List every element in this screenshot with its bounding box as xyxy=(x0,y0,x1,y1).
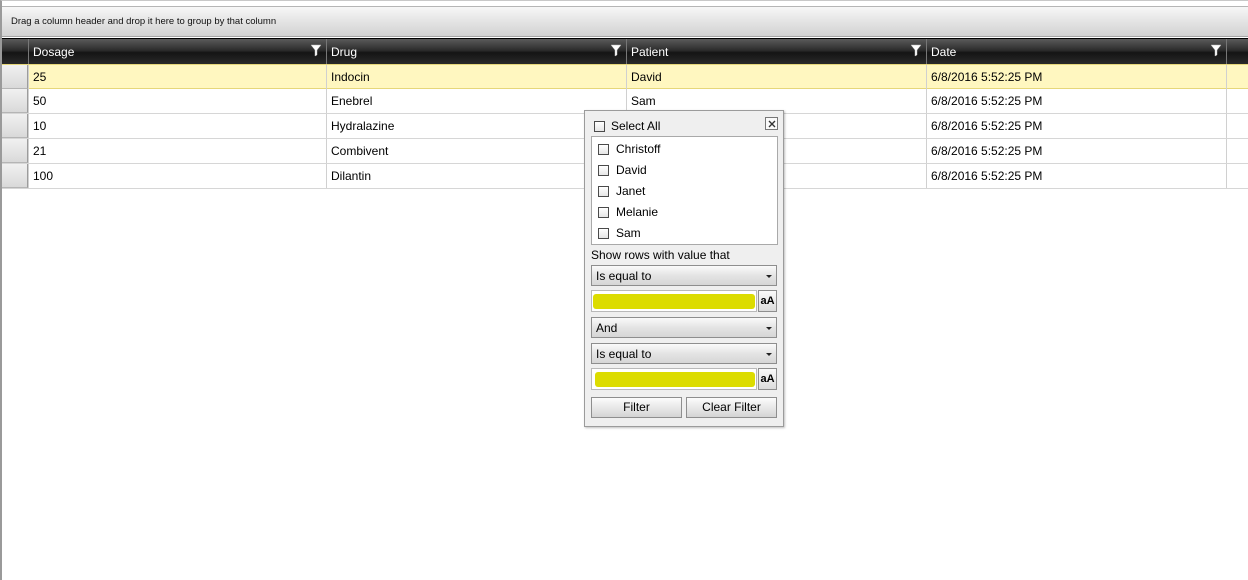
cell-text: Hydralazine xyxy=(331,119,395,133)
column-header-filler xyxy=(1226,39,1248,64)
cell-text: David xyxy=(631,70,662,84)
cell-dosage[interactable]: 50 xyxy=(28,89,326,113)
filter-value2-input[interactable] xyxy=(591,368,757,390)
column-header-dosage[interactable]: Dosage xyxy=(28,39,326,64)
value-label: Sam xyxy=(616,226,641,240)
table-row[interactable]: 25 Indocin David 6/8/2016 5:52:25 PM xyxy=(2,64,1248,89)
cell-drug[interactable]: Hydralazine xyxy=(326,114,626,138)
cell-date[interactable]: 6/8/2016 5:52:25 PM xyxy=(926,114,1226,138)
column-header-date[interactable]: Date xyxy=(926,39,1226,64)
cell-filler xyxy=(1226,164,1248,188)
cell-filler xyxy=(1226,139,1248,163)
logical-operator-dropdown[interactable]: And xyxy=(591,317,777,338)
value-label: Janet xyxy=(616,184,646,198)
column-header-label: Patient xyxy=(631,45,669,59)
dropdown-value: Is equal to xyxy=(596,347,652,361)
cell-text: 21 xyxy=(33,144,47,158)
column-header-row: Dosage Drug Patient Date xyxy=(2,38,1248,64)
match-case-button[interactable]: aA xyxy=(758,290,777,312)
value-label: Christoff xyxy=(616,142,661,156)
cell-text: Indocin xyxy=(331,70,370,84)
operator2-dropdown[interactable]: Is equal to xyxy=(591,343,777,364)
cell-text: 6/8/2016 5:52:25 PM xyxy=(931,119,1043,133)
cell-dosage[interactable]: 21 xyxy=(28,139,326,163)
funnel-icon[interactable] xyxy=(310,44,322,57)
row-indicator[interactable] xyxy=(2,89,28,113)
cell-drug[interactable]: Indocin xyxy=(326,65,626,89)
cell-date[interactable]: 6/8/2016 5:52:25 PM xyxy=(926,139,1226,163)
cell-text: Dilantin xyxy=(331,169,372,183)
cell-text: Enebrel xyxy=(331,94,373,108)
group-panel[interactable]: Drag a column header and drop it here to… xyxy=(2,6,1248,37)
cell-drug[interactable]: Dilantin xyxy=(326,164,626,188)
show-rows-label: Show rows with value that xyxy=(591,248,730,262)
cell-text: 6/8/2016 5:52:25 PM xyxy=(931,169,1043,183)
cell-dosage[interactable]: 25 xyxy=(28,65,326,89)
filter-popup: Select All Christoff David Janet Melanie… xyxy=(584,110,784,427)
column-header-patient[interactable]: Patient xyxy=(626,39,926,64)
cell-text: Combivent xyxy=(331,144,389,158)
column-header-label: Drug xyxy=(331,45,358,59)
value-label: Melanie xyxy=(616,205,659,219)
value-checkbox[interactable] xyxy=(598,186,609,197)
column-header-label: Dosage xyxy=(33,45,75,59)
chevron-down-icon xyxy=(766,353,772,356)
cell-text: 6/8/2016 5:52:25 PM xyxy=(931,144,1043,158)
cell-dosage[interactable]: 100 xyxy=(28,164,326,188)
cell-drug[interactable]: Enebrel xyxy=(326,89,626,113)
row-indicator[interactable] xyxy=(2,65,28,89)
value-checkbox[interactable] xyxy=(598,165,609,176)
distinct-values-list[interactable]: Christoff David Janet Melanie Sam xyxy=(591,136,778,245)
dropdown-value: Is equal to xyxy=(596,269,652,283)
list-item[interactable]: Christoff xyxy=(592,138,777,159)
cell-text: Sam xyxy=(631,94,656,108)
chevron-down-icon xyxy=(766,327,772,330)
row-selector-header xyxy=(2,39,28,64)
list-item[interactable]: David xyxy=(592,159,777,180)
cell-filler xyxy=(1226,114,1248,138)
value-checkbox[interactable] xyxy=(598,144,609,155)
value-checkbox[interactable] xyxy=(598,207,609,218)
cell-filler xyxy=(1226,89,1248,113)
cell-text: 50 xyxy=(33,94,47,108)
select-all-label: Select All xyxy=(611,119,661,133)
cell-drug[interactable]: Combivent xyxy=(326,139,626,163)
column-header-drug[interactable]: Drug xyxy=(326,39,626,64)
clear-filter-button[interactable]: Clear Filter xyxy=(686,397,777,418)
row-indicator[interactable] xyxy=(2,114,28,138)
filter-value1-input[interactable] xyxy=(591,290,757,312)
row-indicator[interactable] xyxy=(2,139,28,163)
operator1-dropdown[interactable]: Is equal to xyxy=(591,265,777,286)
cell-date[interactable]: 6/8/2016 5:52:25 PM xyxy=(926,164,1226,188)
value-checkbox[interactable] xyxy=(598,228,609,239)
cell-text: 100 xyxy=(33,169,54,183)
select-all-checkbox[interactable] xyxy=(594,121,605,132)
cell-date[interactable]: 6/8/2016 5:52:25 PM xyxy=(926,65,1226,89)
list-item[interactable]: Janet xyxy=(592,180,777,201)
value-label: David xyxy=(616,163,647,177)
cell-text: 6/8/2016 5:52:25 PM xyxy=(931,94,1043,108)
funnel-icon[interactable] xyxy=(610,44,622,57)
cell-text: 6/8/2016 5:52:25 PM xyxy=(931,70,1043,84)
funnel-icon[interactable] xyxy=(910,44,922,57)
filter-button[interactable]: Filter xyxy=(591,397,682,418)
list-item[interactable]: Melanie xyxy=(592,201,777,222)
close-icon[interactable] xyxy=(765,117,778,130)
dropdown-value: And xyxy=(596,321,618,335)
cell-dosage[interactable]: 10 xyxy=(28,114,326,138)
match-case-button[interactable]: aA xyxy=(758,368,777,390)
cell-date[interactable]: 6/8/2016 5:52:25 PM xyxy=(926,89,1226,113)
cell-patient[interactable]: David xyxy=(626,65,926,89)
cell-text: 25 xyxy=(33,70,47,84)
group-panel-hint: Drag a column header and drop it here to… xyxy=(11,16,277,27)
cell-filler xyxy=(1226,65,1248,89)
column-header-label: Date xyxy=(931,45,957,59)
funnel-icon[interactable] xyxy=(1210,44,1222,57)
cell-text: 10 xyxy=(33,119,47,133)
chevron-down-icon xyxy=(766,275,772,278)
list-item[interactable]: Sam xyxy=(592,222,777,243)
row-indicator[interactable] xyxy=(2,164,28,188)
